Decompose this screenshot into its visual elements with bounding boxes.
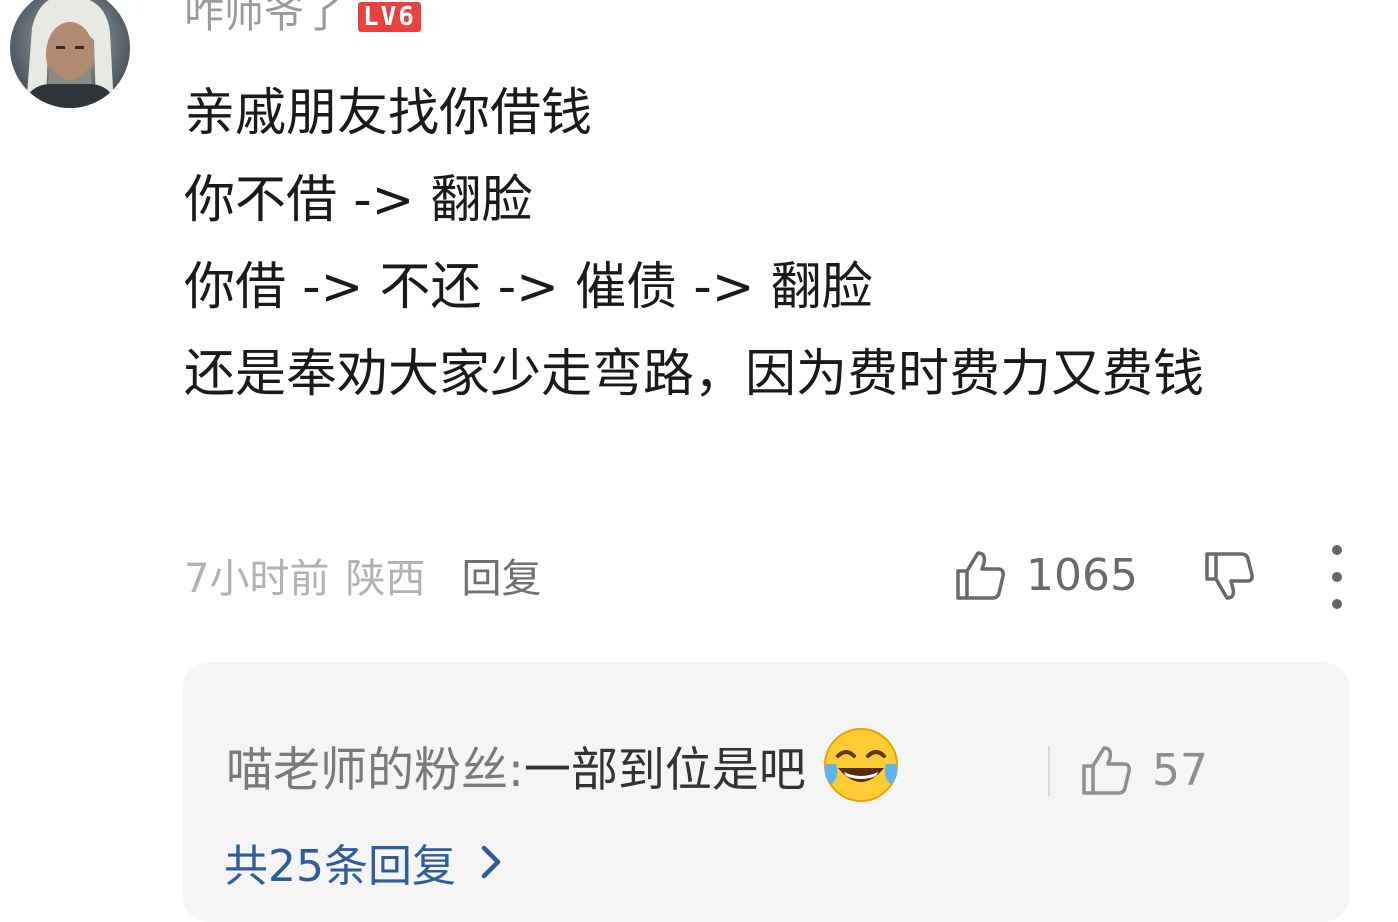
like-button[interactable]: 1065 <box>952 545 1138 605</box>
comment-meta: 7小时前 陕西 回复 <box>184 545 541 605</box>
comment-line: 亲戚朋友找你借钱 <box>184 84 593 143</box>
tears-of-joy-emoji-icon <box>823 728 898 802</box>
comment-region: 陕西 <box>345 556 426 602</box>
divider <box>1048 746 1050 796</box>
comment-line: 你借 -> 不还 -> 催债 -> 翻脸 <box>184 258 873 317</box>
sub-reply-author[interactable]: 喵老师的粉丝: <box>226 731 524 800</box>
like-count: 1065 <box>1026 549 1138 601</box>
more-dot-icon <box>1332 545 1342 555</box>
level-badge: LV6 <box>358 2 421 32</box>
reply-button[interactable]: 回复 <box>461 546 541 604</box>
username[interactable]: 咋师爷了 <box>184 0 344 40</box>
comment-line: 你不借 -> 翻脸 <box>184 171 533 230</box>
avatar[interactable] <box>10 0 130 108</box>
thumbs-down-icon <box>1205 552 1254 600</box>
comment-body: 亲戚朋友找你借钱 你不借 -> 翻脸 你借 -> 不还 -> 催债 -> 翻脸 … <box>184 70 1334 418</box>
chevron-right-icon <box>481 845 501 879</box>
comment-line: 还是奉劝大家少走弯路，因为费时费力又费钱 <box>184 345 1205 404</box>
replies-panel: 喵老师的粉丝: 一部到位是吧 57 共25条回复 <box>182 662 1350 922</box>
sub-reply[interactable]: 喵老师的粉丝: 一部到位是吧 <box>226 724 902 806</box>
sub-reply-text: 一部到位是吧 <box>523 742 806 798</box>
dislike-button[interactable] <box>1198 545 1260 605</box>
sub-reply-like-count: 57 <box>1152 744 1208 796</box>
user-row: 咋师爷了 LV6 <box>184 0 421 40</box>
more-options-button[interactable] <box>1315 545 1359 609</box>
comment-time: 7小时前 <box>184 556 330 602</box>
view-all-replies-link[interactable]: 共25条回复 <box>224 830 504 894</box>
more-dot-icon <box>1332 572 1342 582</box>
more-dot-icon <box>1332 599 1342 609</box>
thumbs-up-icon <box>956 551 1005 600</box>
witcher-avatar-icon <box>10 0 130 108</box>
sub-reply-like-button[interactable]: 57 <box>1078 742 1208 798</box>
thumbs-up-icon <box>1082 746 1131 795</box>
view-all-replies-label: 共25条回复 <box>224 841 456 892</box>
